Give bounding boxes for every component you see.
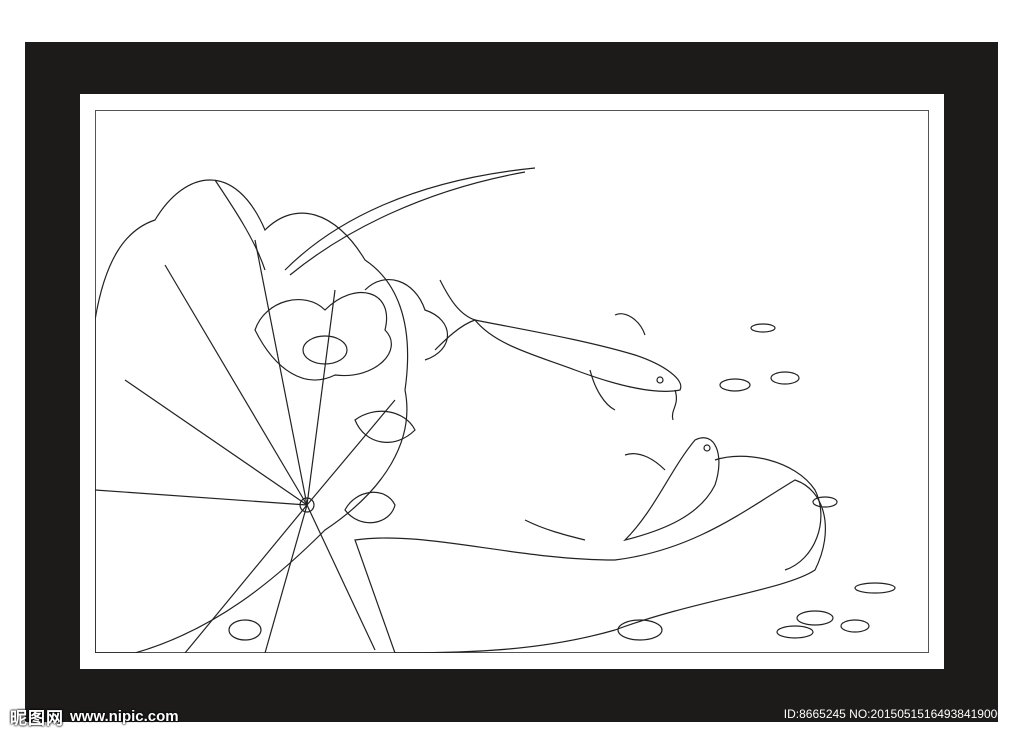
koi-fish-upper — [434, 279, 682, 421]
site-watermark: 昵图网 www.nipic.com — [10, 704, 179, 729]
koi-lotus-line-art — [95, 167, 896, 653]
lotus-flowers — [214, 167, 536, 524]
duckweed-pads — [228, 323, 896, 641]
koi-fish-lower — [524, 437, 720, 542]
lotus-leaf-right — [354, 455, 826, 653]
site-logo: 昵图网 — [10, 708, 64, 729]
site-url: www.nipic.com — [70, 707, 179, 725]
image-id-watermark: ID:8665245 NO:20150515164938419000 — [783, 707, 1004, 721]
